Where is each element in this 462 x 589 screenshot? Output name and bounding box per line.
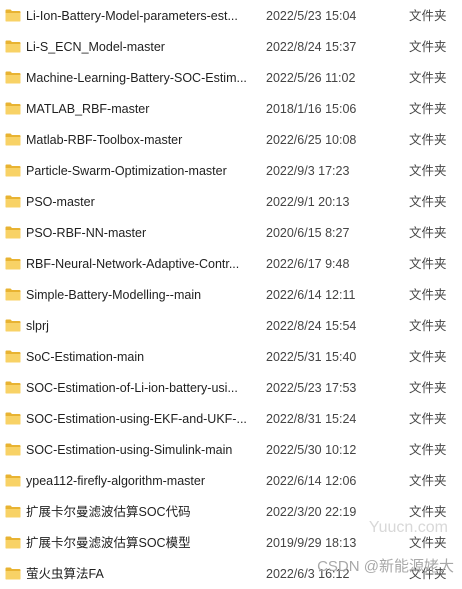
folder-icon [5, 164, 21, 177]
folder-icon [5, 102, 21, 115]
file-type: 文件夹 [409, 380, 447, 395]
file-name: SoC-Estimation-main [26, 349, 145, 364]
file-name: 萤火虫算法FA [26, 566, 104, 581]
file-row[interactable]: PSO-master 2022/9/1 20:13 文件夹 [0, 186, 462, 217]
file-row[interactable]: SOC-Estimation-using-Simulink-main 2022/5… [0, 434, 462, 465]
folder-icon [5, 9, 21, 22]
file-type: 文件夹 [409, 70, 447, 85]
file-row[interactable]: Particle-Swarm-Optimization-master 2022/9… [0, 155, 462, 186]
file-name: ypea112-firefly-algorithm-master [26, 473, 205, 488]
file-name: Simple-Battery-Modelling--main [26, 287, 202, 302]
file-modified-date: 2022/6/14 12:11 [266, 287, 356, 302]
file-type: 文件夹 [409, 39, 447, 54]
folder-icon [5, 505, 21, 518]
file-name: RBF-Neural-Network-Adaptive-Contr... [26, 256, 240, 271]
watermark-author: CSDN @新能源姥大 [317, 558, 454, 575]
file-modified-date: 2022/6/25 10:08 [266, 132, 357, 147]
folder-icon [5, 226, 21, 239]
file-modified-date: 2022/6/14 12:06 [266, 473, 357, 488]
file-type: 文件夹 [409, 225, 447, 240]
folder-icon [5, 536, 21, 549]
file-modified-date: 2022/5/30 10:12 [266, 442, 357, 457]
folder-icon [5, 40, 21, 53]
file-name: SOC-Estimation-using-EKF-and-UKF-... [26, 411, 247, 426]
folder-icon [5, 412, 21, 425]
file-type: 文件夹 [409, 101, 447, 116]
file-modified-date: 2022/9/3 17:23 [266, 163, 350, 178]
file-name: Li-Ion-Battery-Model-parameters-est... [26, 8, 238, 23]
file-name: MATLAB_RBF-master [26, 101, 150, 116]
file-modified-date: 2022/8/24 15:54 [266, 318, 357, 333]
file-type: 文件夹 [409, 132, 447, 147]
file-modified-date: 2022/5/26 11:02 [266, 70, 356, 85]
file-modified-date: 2022/9/1 20:13 [266, 194, 350, 209]
folder-icon [5, 195, 21, 208]
file-type: 文件夹 [409, 473, 447, 488]
file-row[interactable]: Matlab-RBF-Toolbox-master 2022/6/25 10:08… [0, 124, 462, 155]
folder-icon [5, 288, 21, 301]
file-modified-date: 2022/8/24 15:37 [266, 39, 357, 54]
folder-icon [5, 319, 21, 332]
file-row[interactable]: ypea112-firefly-algorithm-master 2022/6/1… [0, 465, 462, 496]
file-modified-date: 2022/8/31 15:24 [266, 411, 357, 426]
file-row[interactable]: MATLAB_RBF-master 2018/1/16 15:06 文件夹 [0, 93, 462, 124]
file-name: Particle-Swarm-Optimization-master [26, 163, 227, 178]
file-modified-date: 2022/5/23 17:53 [266, 380, 357, 395]
watermark-site: Yuucn.com [368, 519, 448, 536]
folder-icon [5, 257, 21, 270]
folder-icon [5, 133, 21, 146]
file-type: 文件夹 [409, 318, 447, 333]
file-row[interactable]: SOC-Estimation-using-EKF-and-UKF-... 2022… [0, 403, 462, 434]
file-row[interactable]: slprj 2022/8/24 15:54 文件夹 [0, 310, 462, 341]
file-modified-date: 2022/3/20 22:19 [266, 504, 357, 519]
file-type: 文件夹 [409, 442, 447, 457]
file-modified-date: 2020/6/15 8:27 [266, 225, 350, 240]
file-modified-date: 2022/5/23 15:04 [266, 8, 357, 23]
file-row[interactable]: Li-S_ECN_Model-master 2022/8/24 15:37 文件夹 [0, 31, 462, 62]
file-name: PSO-RBF-NN-master [26, 225, 147, 240]
file-type: 文件夹 [409, 256, 447, 271]
file-row[interactable]: Li-Ion-Battery-Model-parameters-est... 20… [0, 0, 462, 31]
file-row[interactable]: SOC-Estimation-of-Li-ion-battery-usi... 2… [0, 372, 462, 403]
file-row[interactable]: PSO-RBF-NN-master 2020/6/15 8:27 文件夹 [0, 217, 462, 248]
file-type: 文件夹 [409, 194, 447, 209]
file-row[interactable]: Simple-Battery-Modelling--main 2022/6/14 … [0, 279, 462, 310]
file-type: 文件夹 [409, 411, 447, 426]
folder-icon [5, 350, 21, 363]
folder-icon [5, 567, 21, 580]
file-name: slprj [26, 318, 49, 333]
file-type: 文件夹 [409, 504, 447, 519]
file-row[interactable]: SoC-Estimation-main 2022/5/31 15:40 文件夹 [0, 341, 462, 372]
file-name: SOC-Estimation-of-Li-ion-battery-usi... [26, 380, 238, 395]
file-modified-date: 2022/5/31 15:40 [266, 349, 357, 364]
file-name: Machine-Learning-Battery-SOC-Estim... [26, 70, 247, 85]
file-name: Matlab-RBF-Toolbox-master [26, 132, 183, 147]
folder-icon [5, 71, 21, 84]
folder-icon [5, 474, 21, 487]
file-name: Li-S_ECN_Model-master [26, 39, 165, 54]
file-type: 文件夹 [409, 163, 447, 178]
file-name: 扩展卡尔曼滤波估算SOC代码 [26, 504, 191, 519]
file-name: PSO-master [26, 194, 95, 209]
file-modified-date: 2018/1/16 15:06 [266, 101, 357, 116]
file-type: 文件夹 [409, 287, 447, 302]
file-type: 文件夹 [409, 8, 447, 23]
folder-icon [5, 443, 21, 456]
file-name: SOC-Estimation-using-Simulink-main [26, 442, 233, 457]
file-modified-date: 2022/6/17 9:48 [266, 256, 350, 271]
file-row[interactable]: RBF-Neural-Network-Adaptive-Contr... 2022… [0, 248, 462, 279]
file-name: 扩展卡尔曼滤波估算SOC模型 [26, 535, 191, 550]
file-row[interactable]: Machine-Learning-Battery-SOC-Estim... 202… [0, 62, 462, 93]
folder-icon [5, 381, 21, 394]
file-type: 文件夹 [409, 349, 447, 364]
file-list: Li-Ion-Battery-Model-parameters-est... 20… [0, 0, 462, 589]
